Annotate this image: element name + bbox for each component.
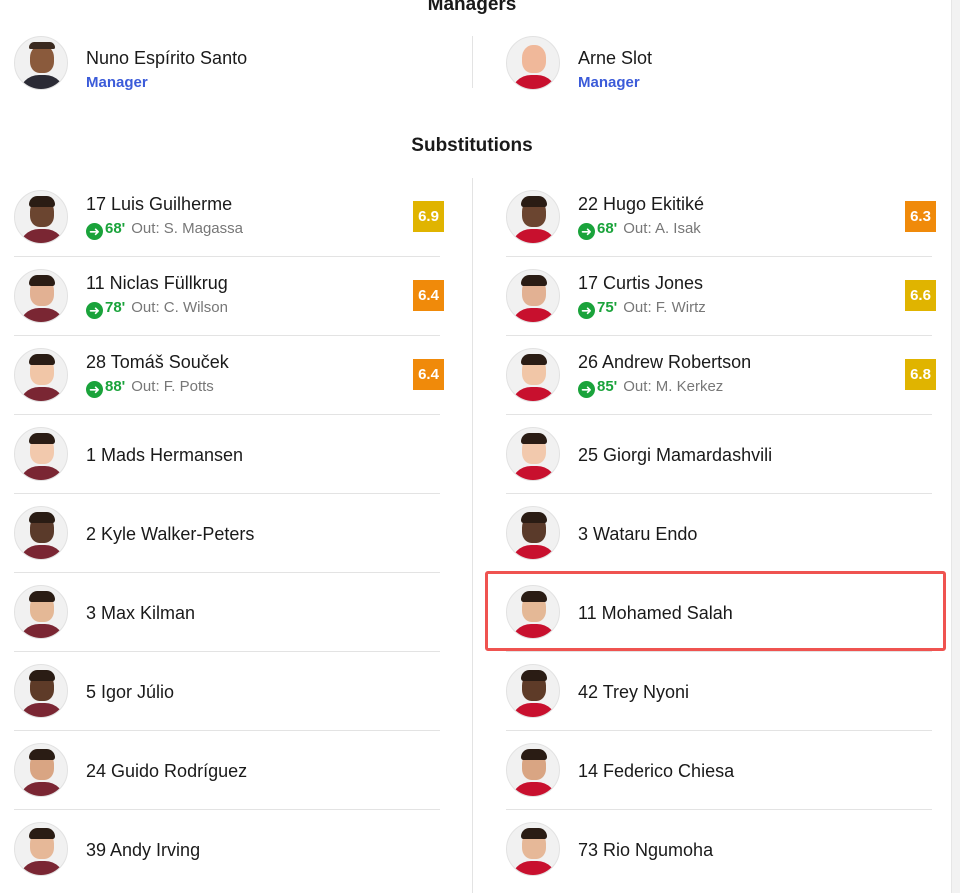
- substitution-info: ➜ 68' Out: S. Magassa: [86, 220, 243, 240]
- player-avatar: [14, 269, 68, 323]
- manager-role: Manager: [578, 74, 640, 91]
- player-row[interactable]: 39 Andy Irving: [14, 810, 440, 889]
- substitution-info: ➜ 88' Out: F. Potts: [86, 378, 214, 398]
- player-avatar: [14, 743, 68, 797]
- player-row[interactable]: 14 Federico Chiesa: [506, 731, 932, 810]
- manager-role: Manager: [86, 74, 148, 91]
- player-name[interactable]: 26 Andrew Robertson: [578, 352, 751, 373]
- player-avatar: [506, 427, 560, 481]
- player-name[interactable]: 11 Niclas Füllkrug: [86, 273, 228, 294]
- managers-title: Managers: [427, 0, 517, 15]
- player-avatar: [14, 427, 68, 481]
- arrow-right-circle-icon: ➜: [578, 223, 595, 240]
- sub-minute: 68': [105, 220, 126, 237]
- substitution-info: ➜ 68' Out: A. Isak: [578, 220, 701, 240]
- player-row[interactable]: 25 Giorgi Mamardashvili: [506, 415, 932, 494]
- rating-badge: 6.4: [413, 359, 444, 390]
- player-name[interactable]: 28 Tomáš Souček: [86, 352, 229, 373]
- sub-out-player: Out: F. Wirtz: [623, 299, 706, 316]
- player-name[interactable]: 24 Guido Rodríguez: [86, 761, 247, 782]
- player-name[interactable]: 3 Wataru Endo: [578, 524, 697, 545]
- player-row[interactable]: 17 Curtis Jones ➜ 75' Out: F. Wirtz 6.6: [506, 257, 936, 336]
- player-avatar: [506, 822, 560, 876]
- sub-out-player: Out: S. Magassa: [131, 220, 243, 237]
- player-name[interactable]: 42 Trey Nyoni: [578, 682, 689, 703]
- manager-avatar: [506, 36, 560, 90]
- player-avatar: [506, 506, 560, 560]
- column-divider: [472, 36, 473, 88]
- player-row[interactable]: 2 Kyle Walker-Peters: [14, 494, 440, 573]
- player-name[interactable]: 2 Kyle Walker-Peters: [86, 524, 254, 545]
- player-avatar: [14, 822, 68, 876]
- substitution-info: ➜ 75' Out: F. Wirtz: [578, 299, 706, 319]
- player-name[interactable]: 22 Hugo Ekitiké: [578, 194, 704, 215]
- player-row[interactable]: 11 Mohamed Salah: [506, 573, 932, 652]
- sub-minute: 78': [105, 299, 126, 316]
- player-name[interactable]: 25 Giorgi Mamardashvili: [578, 445, 772, 466]
- sub-out-player: Out: F. Potts: [131, 378, 214, 395]
- player-name[interactable]: 17 Luis Guilherme: [86, 194, 232, 215]
- player-row[interactable]: 73 Rio Ngumoha: [506, 810, 932, 889]
- player-avatar: [506, 743, 560, 797]
- rating-badge: 6.4: [413, 280, 444, 311]
- player-avatar: [14, 190, 68, 244]
- arrow-right-circle-icon: ➜: [86, 302, 103, 319]
- substitution-info: ➜ 78' Out: C. Wilson: [86, 299, 228, 319]
- manager-away[interactable]: Arne Slot Manager: [506, 36, 946, 92]
- sub-minute: 68': [597, 220, 618, 237]
- player-row[interactable]: 17 Luis Guilherme ➜ 68' Out: S. Magassa 6.9: [14, 178, 444, 257]
- player-row[interactable]: 3 Wataru Endo: [506, 494, 932, 573]
- player-name[interactable]: 3 Max Kilman: [86, 603, 195, 624]
- sub-minute: 88': [105, 378, 126, 395]
- arrow-right-circle-icon: ➜: [578, 302, 595, 319]
- column-divider: [472, 178, 473, 893]
- sub-out-player: Out: A. Isak: [623, 220, 701, 237]
- substitution-info: ➜ 85' Out: M. Kerkez: [578, 378, 723, 398]
- player-name[interactable]: 11 Mohamed Salah: [578, 603, 733, 624]
- player-avatar: [506, 585, 560, 639]
- substitutions-title: Substitutions: [411, 135, 533, 156]
- player-avatar: [506, 269, 560, 323]
- scrollbar[interactable]: [951, 0, 960, 893]
- player-name[interactable]: 39 Andy Irving: [86, 840, 200, 861]
- player-row[interactable]: 5 Igor Júlio: [14, 652, 440, 731]
- rating-badge: 6.6: [905, 280, 936, 311]
- manager-name[interactable]: Arne Slot: [578, 48, 652, 69]
- manager-home[interactable]: Nuno Espírito Santo Manager: [14, 36, 454, 92]
- sub-out-player: Out: C. Wilson: [131, 299, 228, 316]
- player-row[interactable]: 42 Trey Nyoni: [506, 652, 932, 731]
- sub-minute: 85': [597, 378, 618, 395]
- manager-name[interactable]: Nuno Espírito Santo: [86, 48, 247, 69]
- player-avatar: [506, 190, 560, 244]
- player-row[interactable]: 24 Guido Rodríguez: [14, 731, 440, 810]
- rating-badge: 6.9: [413, 201, 444, 232]
- player-avatar: [14, 664, 68, 718]
- player-row[interactable]: 3 Max Kilman: [14, 573, 440, 652]
- player-row[interactable]: 28 Tomáš Souček ➜ 88' Out: F. Potts 6.4: [14, 336, 444, 415]
- player-avatar: [14, 585, 68, 639]
- player-avatar: [506, 664, 560, 718]
- player-name[interactable]: 1 Mads Hermansen: [86, 445, 243, 466]
- player-avatar: [14, 348, 68, 402]
- player-row[interactable]: 1 Mads Hermansen: [14, 415, 440, 494]
- arrow-right-circle-icon: ➜: [86, 381, 103, 398]
- player-row[interactable]: 22 Hugo Ekitiké ➜ 68' Out: A. Isak 6.3: [506, 178, 936, 257]
- player-avatar: [506, 348, 560, 402]
- player-name[interactable]: 73 Rio Ngumoha: [578, 840, 713, 861]
- arrow-right-circle-icon: ➜: [578, 381, 595, 398]
- player-name[interactable]: 14 Federico Chiesa: [578, 761, 734, 782]
- player-name[interactable]: 5 Igor Júlio: [86, 682, 174, 703]
- rating-badge: 6.8: [905, 359, 936, 390]
- sub-minute: 75': [597, 299, 618, 316]
- player-avatar: [14, 506, 68, 560]
- player-name[interactable]: 17 Curtis Jones: [578, 273, 703, 294]
- player-row[interactable]: 26 Andrew Robertson ➜ 85' Out: M. Kerkez 6.8: [506, 336, 936, 415]
- manager-avatar: [14, 36, 68, 90]
- player-row[interactable]: 11 Niclas Füllkrug ➜ 78' Out: C. Wilson 6.4: [14, 257, 444, 336]
- rating-badge: 6.3: [905, 201, 936, 232]
- sub-out-player: Out: M. Kerkez: [623, 378, 724, 395]
- arrow-right-circle-icon: ➜: [86, 223, 103, 240]
